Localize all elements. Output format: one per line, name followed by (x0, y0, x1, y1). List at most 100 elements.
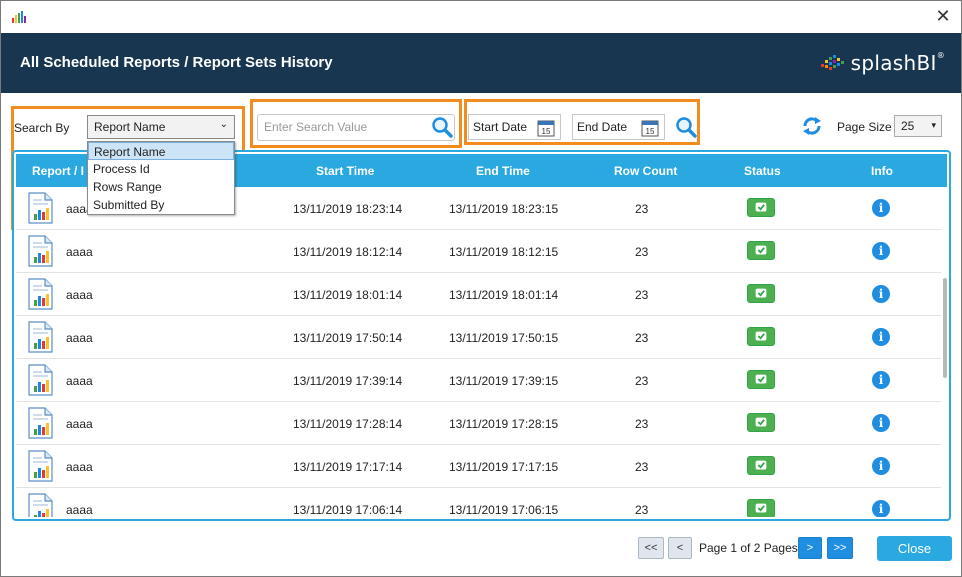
status-success-button[interactable] (747, 499, 775, 517)
checkmark-icon (755, 417, 767, 427)
status-success-button[interactable] (747, 327, 775, 346)
checkmark-icon (755, 245, 767, 255)
option-process-id[interactable]: Process Id (88, 160, 234, 178)
status-success-button[interactable] (747, 456, 775, 475)
logo-wordmark: splashBI (850, 51, 937, 75)
info-icon[interactable]: i (872, 285, 890, 303)
window-close-icon[interactable]: ✕ (933, 6, 953, 26)
option-submitted-by[interactable]: Submitted By (88, 196, 234, 214)
info-icon[interactable]: i (872, 199, 890, 217)
checkmark-icon (755, 460, 767, 470)
report-document-icon (26, 364, 54, 396)
last-page-button[interactable]: >> (827, 537, 853, 559)
page-size-select[interactable]: 25 ▾ (894, 115, 942, 137)
page-title: All Scheduled Reports / Report Sets Hist… (20, 54, 333, 71)
report-name-cell: aaaa (66, 374, 93, 388)
table-row[interactable]: aaaa 13/11/2019 17:39:14 13/11/2019 17:39:… (16, 359, 941, 402)
report-document-icon (26, 278, 54, 310)
end-time-cell: 13/11/2019 17:50:15 (449, 331, 559, 345)
table-row[interactable]: aaaa 13/11/2019 17:17:14 13/11/2019 17:17:… (16, 445, 941, 488)
splashbi-app-icon (12, 11, 26, 23)
column-status[interactable]: Status (744, 164, 781, 178)
search-by-dropdown: Report Name Process Id Rows Range Submit… (87, 141, 235, 215)
row-count-cell: 23 (635, 245, 649, 259)
start-time-cell: 13/11/2019 17:39:14 (293, 374, 403, 388)
column-info[interactable]: Info (871, 164, 893, 178)
row-count-cell: 23 (635, 417, 649, 431)
report-document-icon (26, 321, 54, 353)
table-row[interactable]: aaaa 13/11/2019 17:06:14 13/11/2019 17:06:… (16, 488, 941, 517)
report-document-icon (26, 192, 54, 224)
row-count-cell: 23 (635, 202, 649, 216)
date-search-icon[interactable] (675, 116, 697, 138)
refresh-icon[interactable] (801, 115, 823, 137)
info-icon[interactable]: i (872, 414, 890, 432)
report-name-cell: aaaa (66, 331, 93, 345)
info-icon[interactable]: i (872, 371, 890, 389)
title-bar: ✕ (1, 1, 961, 33)
calendar-day: 15 (646, 127, 655, 136)
option-report-name[interactable]: Report Name (88, 142, 234, 160)
status-success-button[interactable] (747, 284, 775, 303)
end-date-field[interactable]: End Date 15 (572, 114, 665, 140)
start-time-cell: 13/11/2019 17:28:14 (293, 417, 403, 431)
first-page-button[interactable]: << (638, 537, 664, 559)
search-by-select[interactable]: Report Name ⌄ (87, 115, 235, 139)
column-report[interactable]: Report / I (32, 164, 84, 178)
table-row[interactable]: aaaa 13/11/2019 18:12:14 13/11/2019 18:12:… (16, 230, 941, 273)
dialog-header: All Scheduled Reports / Report Sets Hist… (1, 33, 961, 93)
report-document-icon (26, 450, 54, 482)
status-success-button[interactable] (747, 370, 775, 389)
column-end-time[interactable]: End Time (476, 164, 530, 178)
checkmark-icon (755, 331, 767, 341)
splashbi-logo: splashBI® (820, 48, 945, 78)
column-start-time[interactable]: Start Time (316, 164, 374, 178)
status-success-button[interactable] (747, 241, 775, 260)
page-size-value: 25 (901, 119, 915, 133)
info-icon[interactable]: i (872, 500, 890, 517)
search-icon[interactable] (431, 116, 453, 138)
start-time-cell: 13/11/2019 18:23:14 (293, 202, 403, 216)
report-document-icon (26, 407, 54, 439)
row-count-cell: 23 (635, 331, 649, 345)
end-time-cell: 13/11/2019 17:28:15 (449, 417, 559, 431)
end-time-cell: 13/11/2019 18:12:15 (449, 245, 559, 259)
table-row[interactable]: aaaa 13/11/2019 17:28:14 13/11/2019 17:28:… (16, 402, 941, 445)
calendar-icon[interactable]: 15 (641, 119, 659, 137)
start-time-cell: 13/11/2019 18:01:14 (293, 288, 403, 302)
registered-mark: ® (936, 51, 945, 60)
table-row[interactable]: aaaa 13/11/2019 18:01:14 13/11/2019 18:01:… (16, 273, 941, 316)
option-rows-range[interactable]: Rows Range (88, 178, 234, 196)
row-count-cell: 23 (635, 503, 649, 517)
end-date-label: End Date (577, 120, 628, 134)
prev-page-button[interactable]: < (668, 537, 692, 559)
start-time-cell: 13/11/2019 17:50:14 (293, 331, 403, 345)
logo-text: splashBI® (851, 51, 945, 75)
column-row-count[interactable]: Row Count (614, 164, 677, 178)
start-time-cell: 13/11/2019 18:12:14 (293, 245, 403, 259)
page-size-label: Page Size (837, 120, 892, 134)
checkmark-icon (755, 202, 767, 212)
info-icon[interactable]: i (872, 457, 890, 475)
info-icon[interactable]: i (872, 328, 890, 346)
status-success-button[interactable] (747, 413, 775, 432)
info-icon[interactable]: i (872, 242, 890, 260)
calendar-day: 15 (542, 127, 551, 136)
search-by-value: Report Name (94, 120, 166, 134)
vertical-scrollbar[interactable] (943, 278, 947, 378)
close-button[interactable]: Close (877, 536, 952, 561)
next-page-button[interactable]: > (798, 537, 822, 559)
status-success-button[interactable] (747, 198, 775, 217)
grid-body: aaaa 13/11/2019 18:23:14 13/11/2019 18:23:… (16, 187, 941, 517)
row-count-cell: 23 (635, 374, 649, 388)
end-time-cell: 13/11/2019 18:01:14 (449, 288, 559, 302)
checkmark-icon (755, 374, 767, 384)
calendar-icon[interactable]: 15 (537, 119, 555, 137)
search-by-label: Search By (14, 121, 70, 135)
start-date-field[interactable]: Start Date 15 (468, 114, 561, 140)
table-row[interactable]: aaaa 13/11/2019 17:50:14 13/11/2019 17:50:… (16, 316, 941, 359)
start-date-label: Start Date (473, 120, 528, 134)
search-input[interactable]: Enter Search Value (257, 114, 455, 141)
chevron-down-icon: ▾ (931, 120, 936, 130)
report-name-cell: aaaa (66, 460, 93, 474)
